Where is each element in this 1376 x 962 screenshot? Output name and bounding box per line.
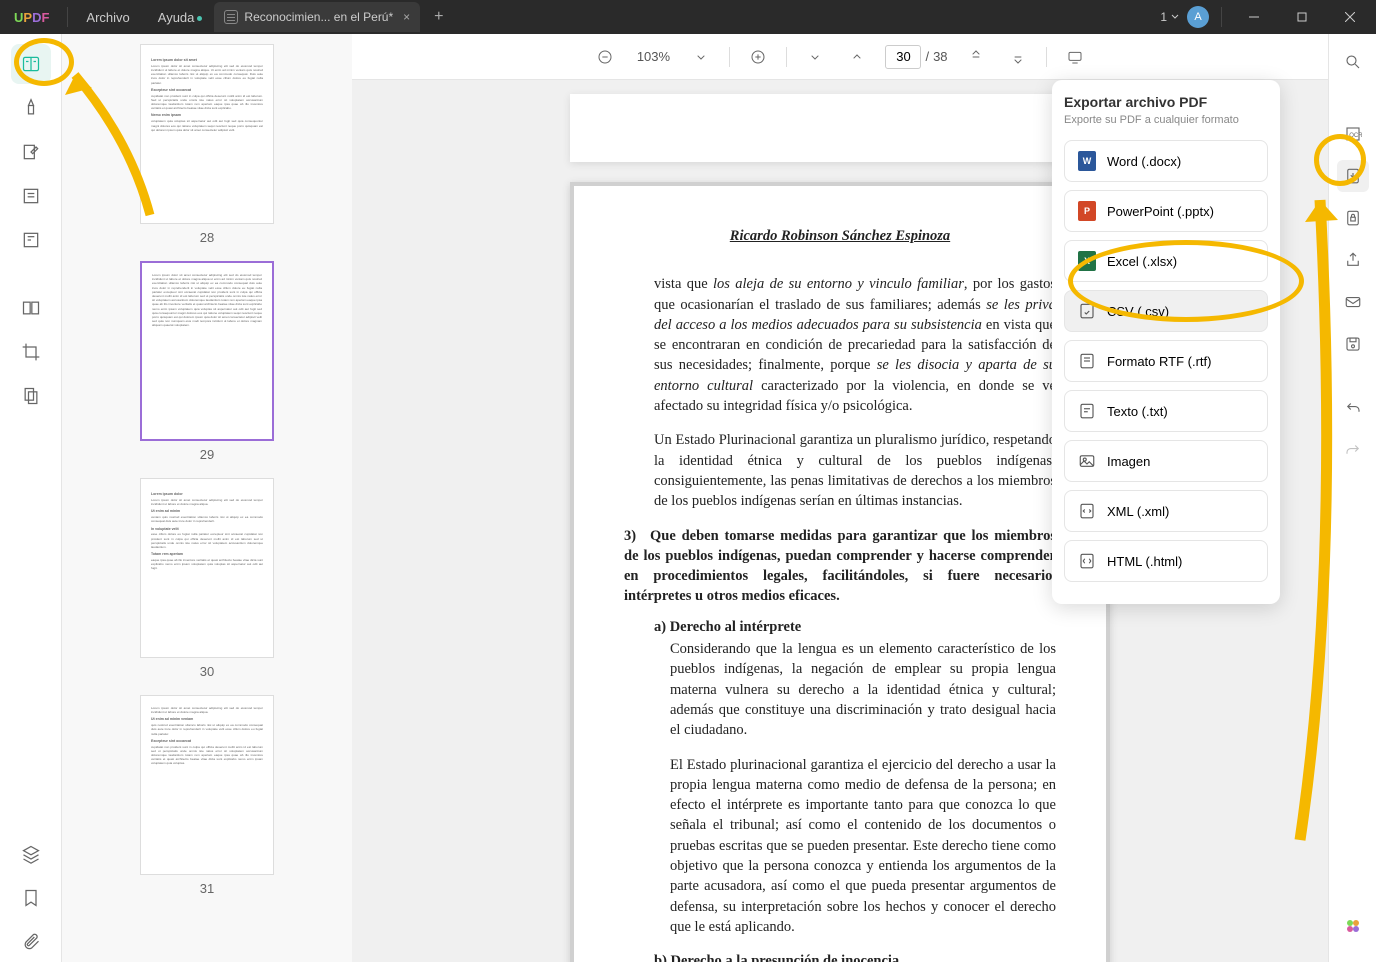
paragraph: Considerando que la lengua es un element… (670, 639, 1056, 740)
author-name: Ricardo Robinson Sánchez Espinoza (624, 226, 1056, 246)
xml-icon (1077, 501, 1097, 521)
first-page-button[interactable] (962, 43, 990, 71)
powerpoint-icon (1078, 201, 1096, 221)
form-tool-button[interactable] (11, 176, 51, 216)
ocr-button[interactable]: OCR (1337, 118, 1369, 150)
thumbnail-panel: Lorem ipsum dolor sit ametLorem ipsum do… (62, 34, 352, 962)
thumbnail-number: 30 (200, 664, 214, 679)
export-panel: Exportar archivo PDF Exporte su PDF a cu… (1052, 80, 1280, 604)
paragraph: El Estado plurinacional garantiza el eje… (670, 755, 1056, 938)
thumbnail-number: 31 (200, 881, 214, 896)
tab-close-button[interactable]: × (403, 10, 410, 24)
export-option-csv[interactable]: CSV (.csv) (1064, 290, 1268, 332)
tab-title: Reconocimien... en el Perú* (244, 10, 393, 24)
crop-tool-button[interactable] (11, 332, 51, 372)
export-title: Exportar archivo PDF (1064, 94, 1268, 110)
window-minimize[interactable] (1234, 0, 1274, 34)
user-avatar[interactable]: A (1187, 6, 1209, 28)
window-close[interactable] (1330, 0, 1370, 34)
subheading-a: a) Derecho al intérprete (654, 617, 1056, 637)
highlight-tool-button[interactable] (11, 88, 51, 128)
page-29-bottom: 607 (570, 94, 1110, 162)
pages-tool-button[interactable] (11, 376, 51, 416)
document-tab[interactable]: Reconocimien... en el Perú* × (214, 2, 420, 32)
rtf-icon (1077, 351, 1097, 371)
export-option-word[interactable]: Word (.docx) (1064, 140, 1268, 182)
menu-file[interactable]: Archivo (72, 10, 143, 25)
last-page-button[interactable] (1004, 43, 1032, 71)
organize-tool-button[interactable] (11, 220, 51, 260)
window-maximize[interactable] (1282, 0, 1322, 34)
heading-3: 3)Que deben tomarse medidas para garanti… (624, 526, 1056, 607)
page-total: 38 (933, 49, 947, 64)
svg-text:OCR: OCR (1349, 133, 1362, 139)
csv-icon (1077, 301, 1097, 321)
html-icon (1077, 551, 1097, 571)
export-button[interactable] (1337, 160, 1369, 192)
export-option-rtf[interactable]: Formato RTF (.rtf) (1064, 340, 1268, 382)
zoom-out-button[interactable] (591, 43, 619, 71)
view-toolbar: 103% / 38 (352, 34, 1328, 80)
word-icon (1078, 151, 1096, 171)
export-option-xml[interactable]: XML (.xml) (1064, 490, 1268, 532)
thumbnail-page-28[interactable]: Lorem ipsum dolor sit ametLorem ipsum do… (140, 44, 274, 224)
export-option-excel[interactable]: Excel (.xlsx) (1064, 240, 1268, 282)
separator (67, 7, 68, 27)
paragraph: vista que los aleja de su entorno y vinc… (654, 274, 1056, 416)
document-icon (224, 10, 238, 24)
thumbnail-page-29[interactable]: Lorem ipsum dolor sit amet consectetur a… (140, 261, 274, 441)
tab-add-button[interactable]: + (434, 8, 443, 26)
protect-button[interactable] (1337, 202, 1369, 234)
export-option-html[interactable]: HTML (.html) (1064, 540, 1268, 582)
save-button[interactable] (1337, 328, 1369, 360)
separator (1221, 7, 1222, 27)
app-logo: UPDF (0, 10, 63, 25)
undo-button[interactable] (1337, 392, 1369, 424)
titlebar: UPDF Archivo Ayuda Reconocimien... en el… (0, 0, 1376, 34)
excel-icon (1078, 251, 1096, 271)
presentation-button[interactable] (1061, 43, 1089, 71)
zoom-dropdown[interactable] (687, 43, 715, 71)
zoom-value[interactable]: 103% (633, 49, 673, 64)
left-toolbar (0, 34, 62, 962)
paragraph: Un Estado Plurinacional garantiza un plu… (654, 430, 1056, 511)
export-option-powerpoint[interactable]: PowerPoint (.pptx) (1064, 190, 1268, 232)
page-input[interactable] (885, 45, 921, 69)
layers-button[interactable] (11, 834, 51, 874)
thumbnail-page-30[interactable]: Lorem ipsum dolorLorem ipsum dolor sit a… (140, 478, 274, 658)
page-30: Ricardo Robinson Sánchez Espinoza vista … (570, 182, 1110, 962)
thumbnail-number: 28 (200, 230, 214, 245)
export-option-text[interactable]: Texto (.txt) (1064, 390, 1268, 432)
search-button[interactable] (1337, 46, 1369, 78)
subheading-b: b) Derecho a la presunción de inocencia (654, 951, 1056, 962)
text-icon (1077, 401, 1097, 421)
zoom-in-button[interactable] (744, 43, 772, 71)
share-button[interactable] (1337, 244, 1369, 276)
attachment-button[interactable] (11, 922, 51, 962)
thumbnail-number: 29 (200, 447, 214, 462)
right-toolbar: OCR (1328, 34, 1376, 962)
thumbnail-page-31[interactable]: Lorem ipsum dolor sit amet consectetur a… (140, 695, 274, 875)
image-icon (1077, 451, 1097, 471)
document-area: 103% / 38 607 Ricardo Robinson Sánc (352, 34, 1328, 962)
email-button[interactable] (1337, 286, 1369, 318)
menu-help[interactable]: Ayuda (144, 10, 209, 25)
reader-mode-button[interactable] (11, 44, 51, 84)
compare-tool-button[interactable] (11, 288, 51, 328)
ai-assistant-button[interactable] (1337, 910, 1369, 942)
notification-counter[interactable]: 1 (1160, 10, 1179, 24)
bookmark-button[interactable] (11, 878, 51, 918)
page-indicator: / 38 (885, 45, 947, 69)
redo-button[interactable] (1337, 434, 1369, 466)
export-option-image[interactable]: Imagen (1064, 440, 1268, 482)
edit-tool-button[interactable] (11, 132, 51, 172)
page-down-button[interactable] (801, 43, 829, 71)
export-subtitle: Exporte su PDF a cualquier formato (1064, 114, 1268, 126)
page-up-button[interactable] (843, 43, 871, 71)
